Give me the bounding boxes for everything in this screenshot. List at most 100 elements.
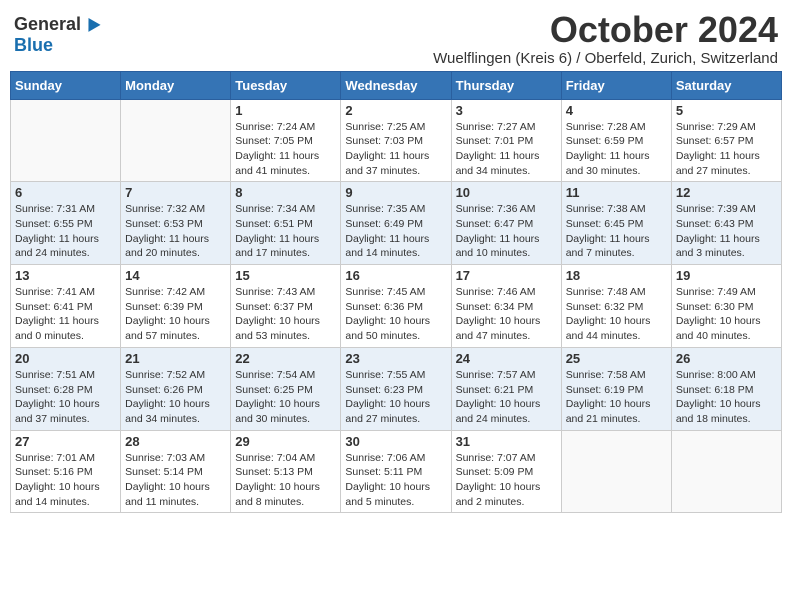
- day-detail: Sunrise: 7:57 AMSunset: 6:21 PMDaylight:…: [456, 368, 557, 427]
- day-number: 4: [566, 103, 667, 118]
- cell-5-4: 30 Sunrise: 7:06 AMSunset: 5:11 PMDayligh…: [341, 430, 451, 513]
- day-detail: Sunrise: 7:27 AMSunset: 7:01 PMDaylight:…: [456, 120, 557, 179]
- logo-icon: [83, 15, 101, 33]
- day-detail: Sunrise: 7:06 AMSunset: 5:11 PMDaylight:…: [345, 451, 446, 510]
- day-number: 15: [235, 268, 336, 283]
- page-header: General Blue October 2024 Wuelflingen (K…: [10, 10, 782, 67]
- day-detail: Sunrise: 7:49 AMSunset: 6:30 PMDaylight:…: [676, 285, 777, 344]
- day-number: 12: [676, 185, 777, 200]
- col-monday: Monday: [121, 71, 231, 99]
- day-number: 7: [125, 185, 226, 200]
- day-detail: Sunrise: 7:29 AMSunset: 6:57 PMDaylight:…: [676, 120, 777, 179]
- day-number: 18: [566, 268, 667, 283]
- day-number: 9: [345, 185, 446, 200]
- day-number: 3: [456, 103, 557, 118]
- day-number: 27: [15, 434, 116, 449]
- cell-5-3: 29 Sunrise: 7:04 AMSunset: 5:13 PMDayligh…: [231, 430, 341, 513]
- cell-5-2: 28 Sunrise: 7:03 AMSunset: 5:14 PMDayligh…: [121, 430, 231, 513]
- day-number: 28: [125, 434, 226, 449]
- day-number: 21: [125, 351, 226, 366]
- day-number: 5: [676, 103, 777, 118]
- day-number: 19: [676, 268, 777, 283]
- cell-4-4: 23Sunrise: 7:55 AMSunset: 6:23 PMDayligh…: [341, 347, 451, 430]
- day-number: 25: [566, 351, 667, 366]
- calendar-header-row: Sunday Monday Tuesday Wednesday Thursday…: [11, 71, 782, 99]
- cell-2-7: 12 Sunrise: 7:39 AMSunset: 6:43 PMDayligh…: [671, 182, 781, 265]
- cell-4-1: 20 Sunrise: 7:51 AMSunset: 6:28 PMDayligh…: [11, 347, 121, 430]
- cell-3-6: 18Sunrise: 7:48 AMSunset: 6:32 PMDayligh…: [561, 265, 671, 348]
- cell-4-2: 21Sunrise: 7:52 AMSunset: 6:26 PMDayligh…: [121, 347, 231, 430]
- cell-3-1: 13 Sunrise: 7:41 AMSunset: 6:41 PMDayligh…: [11, 265, 121, 348]
- day-detail: Sunrise: 7:34 AMSunset: 6:51 PMDaylight:…: [235, 202, 336, 261]
- day-number: 20: [15, 351, 116, 366]
- day-detail: Sunrise: 7:42 AMSunset: 6:39 PMDaylight:…: [125, 285, 226, 344]
- week-row-3: 13 Sunrise: 7:41 AMSunset: 6:41 PMDayligh…: [11, 265, 782, 348]
- cell-3-5: 17 Sunrise: 7:46 AMSunset: 6:34 PMDayligh…: [451, 265, 561, 348]
- day-detail: Sunrise: 7:51 AMSunset: 6:28 PMDaylight:…: [15, 368, 116, 427]
- day-detail: Sunrise: 7:54 AMSunset: 6:25 PMDaylight:…: [235, 368, 336, 427]
- day-number: 8: [235, 185, 336, 200]
- cell-1-2: [121, 99, 231, 182]
- col-friday: Friday: [561, 71, 671, 99]
- week-row-5: 27Sunrise: 7:01 AMSunset: 5:16 PMDayligh…: [11, 430, 782, 513]
- day-number: 11: [566, 185, 667, 200]
- logo: General Blue: [14, 14, 101, 56]
- day-number: 29: [235, 434, 336, 449]
- day-detail: Sunrise: 7:35 AMSunset: 6:49 PMDaylight:…: [345, 202, 446, 261]
- cell-4-3: 22 Sunrise: 7:54 AMSunset: 6:25 PMDayligh…: [231, 347, 341, 430]
- cell-3-3: 15Sunrise: 7:43 AMSunset: 6:37 PMDayligh…: [231, 265, 341, 348]
- day-detail: Sunrise: 8:00 AMSunset: 6:18 PMDaylight:…: [676, 368, 777, 427]
- day-detail: Sunrise: 7:39 AMSunset: 6:43 PMDaylight:…: [676, 202, 777, 261]
- cell-5-7: [671, 430, 781, 513]
- logo-blue-text: Blue: [14, 35, 53, 56]
- day-number: 13: [15, 268, 116, 283]
- day-number: 2: [345, 103, 446, 118]
- cell-3-4: 16 Sunrise: 7:45 AMSunset: 6:36 PMDayligh…: [341, 265, 451, 348]
- month-title: October 2024: [433, 10, 778, 50]
- day-detail: Sunrise: 7:03 AMSunset: 5:14 PMDaylight:…: [125, 451, 226, 510]
- col-sunday: Sunday: [11, 71, 121, 99]
- day-detail: Sunrise: 7:25 AMSunset: 7:03 PMDaylight:…: [345, 120, 446, 179]
- week-row-4: 20 Sunrise: 7:51 AMSunset: 6:28 PMDayligh…: [11, 347, 782, 430]
- day-detail: Sunrise: 7:04 AMSunset: 5:13 PMDaylight:…: [235, 451, 336, 510]
- cell-2-4: 9 Sunrise: 7:35 AMSunset: 6:49 PMDaylight…: [341, 182, 451, 265]
- day-number: 16: [345, 268, 446, 283]
- cell-3-7: 19 Sunrise: 7:49 AMSunset: 6:30 PMDayligh…: [671, 265, 781, 348]
- cell-1-6: 4 Sunrise: 7:28 AMSunset: 6:59 PMDaylight…: [561, 99, 671, 182]
- day-detail: Sunrise: 7:55 AMSunset: 6:23 PMDaylight:…: [345, 368, 446, 427]
- day-detail: Sunrise: 7:32 AMSunset: 6:53 PMDaylight:…: [125, 202, 226, 261]
- cell-3-2: 14Sunrise: 7:42 AMSunset: 6:39 PMDayligh…: [121, 265, 231, 348]
- day-detail: Sunrise: 7:45 AMSunset: 6:36 PMDaylight:…: [345, 285, 446, 344]
- cell-1-1: [11, 99, 121, 182]
- day-number: 10: [456, 185, 557, 200]
- day-detail: Sunrise: 7:41 AMSunset: 6:41 PMDaylight:…: [15, 285, 116, 344]
- cell-2-3: 8 Sunrise: 7:34 AMSunset: 6:51 PMDaylight…: [231, 182, 341, 265]
- cell-2-6: 11 Sunrise: 7:38 AMSunset: 6:45 PMDayligh…: [561, 182, 671, 265]
- col-tuesday: Tuesday: [231, 71, 341, 99]
- cell-1-4: 2 Sunrise: 7:25 AMSunset: 7:03 PMDaylight…: [341, 99, 451, 182]
- cell-4-7: 26Sunrise: 8:00 AMSunset: 6:18 PMDayligh…: [671, 347, 781, 430]
- day-number: 6: [15, 185, 116, 200]
- day-detail: Sunrise: 7:24 AMSunset: 7:05 PMDaylight:…: [235, 120, 336, 179]
- day-detail: Sunrise: 7:46 AMSunset: 6:34 PMDaylight:…: [456, 285, 557, 344]
- day-detail: Sunrise: 7:36 AMSunset: 6:47 PMDaylight:…: [456, 202, 557, 261]
- calendar-table: Sunday Monday Tuesday Wednesday Thursday…: [10, 71, 782, 514]
- day-detail: Sunrise: 7:38 AMSunset: 6:45 PMDaylight:…: [566, 202, 667, 261]
- title-section: October 2024 Wuelflingen (Kreis 6) / Obe…: [433, 10, 778, 67]
- day-number: 31: [456, 434, 557, 449]
- day-number: 24: [456, 351, 557, 366]
- day-number: 22: [235, 351, 336, 366]
- cell-5-1: 27Sunrise: 7:01 AMSunset: 5:16 PMDayligh…: [11, 430, 121, 513]
- cell-2-2: 7 Sunrise: 7:32 AMSunset: 6:53 PMDaylight…: [121, 182, 231, 265]
- day-detail: Sunrise: 7:28 AMSunset: 6:59 PMDaylight:…: [566, 120, 667, 179]
- col-wednesday: Wednesday: [341, 71, 451, 99]
- day-detail: Sunrise: 7:07 AMSunset: 5:09 PMDaylight:…: [456, 451, 557, 510]
- cell-1-5: 3 Sunrise: 7:27 AMSunset: 7:01 PMDaylight…: [451, 99, 561, 182]
- cell-2-1: 6Sunrise: 7:31 AMSunset: 6:55 PMDaylight…: [11, 182, 121, 265]
- day-number: 30: [345, 434, 446, 449]
- cell-4-6: 25Sunrise: 7:58 AMSunset: 6:19 PMDayligh…: [561, 347, 671, 430]
- week-row-2: 6Sunrise: 7:31 AMSunset: 6:55 PMDaylight…: [11, 182, 782, 265]
- location-subtitle: Wuelflingen (Kreis 6) / Oberfeld, Zurich…: [433, 50, 778, 67]
- day-number: 17: [456, 268, 557, 283]
- cell-5-6: [561, 430, 671, 513]
